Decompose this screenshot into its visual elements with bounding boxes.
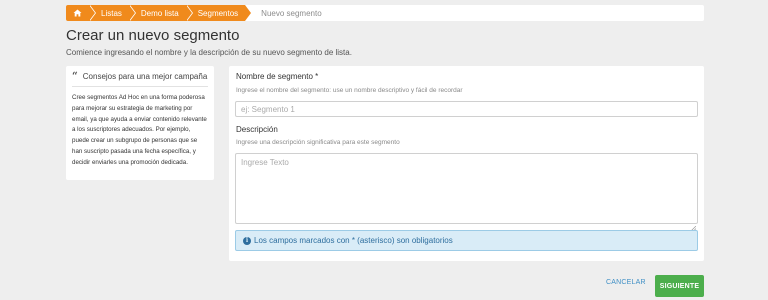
description-label: Descripción <box>236 125 278 134</box>
segment-name-label: Nombre de segmento * <box>236 72 319 81</box>
breadcrumb: Listas Demo lista Segmentos Nuevo segmen… <box>66 5 704 21</box>
description-textarea[interactable] <box>235 153 698 224</box>
breadcrumb-home[interactable] <box>66 5 96 21</box>
info-icon: i <box>243 236 251 245</box>
tips-title: Consejos para una mejor campaña <box>82 72 208 81</box>
page-subtitle: Comience ingresando el nombre y la descr… <box>66 48 352 57</box>
segment-name-hint: Ingrese el nombre del segmento: use un n… <box>236 87 463 94</box>
breadcrumb-segmentos[interactable]: Segmentos <box>185 5 253 21</box>
tips-body: Cree segmentos Ad Hoc en una forma poder… <box>72 94 207 166</box>
tips-divider <box>72 86 208 87</box>
segment-name-input[interactable] <box>235 101 698 117</box>
resize-grip-icon[interactable] <box>690 218 697 232</box>
tips-header: “ Consejos para una mejor campaña <box>72 70 208 82</box>
quote-icon: “ <box>72 70 78 82</box>
breadcrumb-current: Nuevo segmento <box>261 8 322 18</box>
cancel-button[interactable]: CANCELAR <box>606 279 646 286</box>
description-hint: Ingrese una descripción significativa pa… <box>236 139 400 146</box>
required-notice: i Los campos marcados con * (asterisco) … <box>235 230 698 251</box>
tips-card: “ Consejos para una mejor campaña Cree s… <box>66 66 214 180</box>
page-title: Crear un nuevo segmento <box>66 27 240 44</box>
next-button[interactable]: SIGUIENTE <box>655 275 704 297</box>
required-notice-text: Los campos marcados con * (asterisco) so… <box>254 236 453 245</box>
home-icon <box>73 9 82 17</box>
segment-form: Nombre de segmento * Ingrese el nombre d… <box>229 66 704 261</box>
breadcrumb-demo-lista[interactable]: Demo lista <box>128 5 193 21</box>
